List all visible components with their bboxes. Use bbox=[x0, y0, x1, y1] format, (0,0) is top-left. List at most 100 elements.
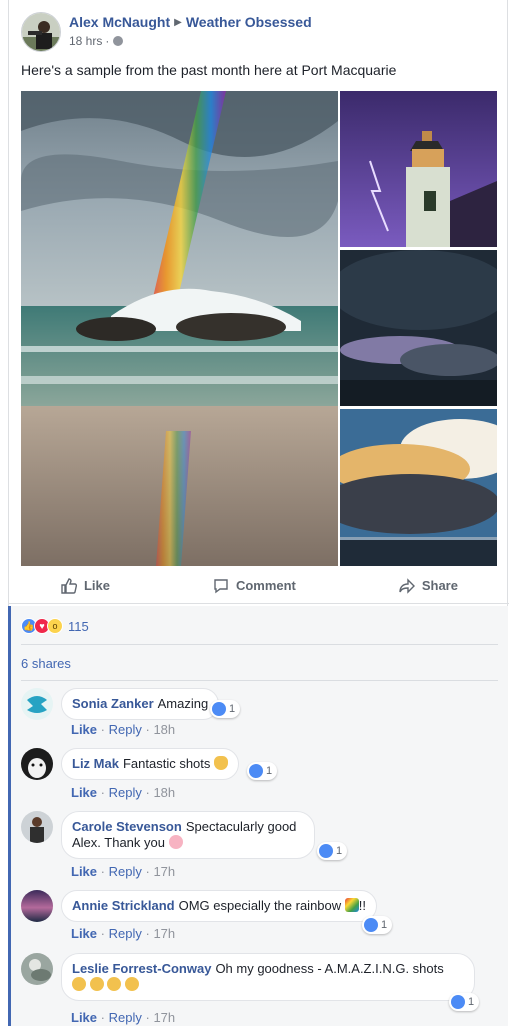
group-arrow-icon: ▶ bbox=[174, 16, 182, 28]
comment-item: Liz Mak Fantastic shots 1 Like · Reply · … bbox=[21, 748, 497, 800]
comment-time[interactable]: 17h bbox=[153, 1010, 175, 1025]
like-icon bbox=[364, 918, 378, 932]
comment-bubble: Liz Mak Fantastic shots bbox=[61, 748, 240, 780]
comment-text: Spectacularly good bbox=[185, 819, 297, 834]
flower-emoji-icon bbox=[168, 835, 183, 849]
comment-bubble: Annie Strickland OMG especially the rainb… bbox=[61, 890, 378, 922]
comment-meta: Like · Reply · 18h bbox=[71, 722, 175, 737]
commenter-name[interactable]: Annie Strickland bbox=[72, 898, 175, 913]
comment-like-link[interactable]: Like bbox=[71, 722, 97, 737]
comment-button-label: Comment bbox=[235, 578, 296, 593]
commenter-avatar[interactable] bbox=[21, 953, 53, 985]
separator: · bbox=[145, 785, 150, 800]
comment-like-count: 1 bbox=[381, 919, 388, 931]
group-name-link[interactable]: Weather Obsessed bbox=[186, 14, 312, 30]
post-header: Alex McNaught ▶ Weather Obsessed 18 hrs … bbox=[21, 12, 312, 52]
comment-meta: Like · Reply · 17h bbox=[71, 864, 175, 879]
comment-meta: Like · Reply · 17h bbox=[71, 1010, 175, 1025]
commenter-name[interactable]: Liz Mak bbox=[72, 756, 119, 771]
clapping-hands-emoji-icon bbox=[124, 977, 139, 991]
comment-like-badge[interactable]: 1 bbox=[210, 700, 241, 718]
share-button-label: Share bbox=[421, 578, 458, 593]
commenter-avatar[interactable] bbox=[21, 890, 53, 922]
globe-icon bbox=[113, 36, 124, 46]
comment-like-count: 1 bbox=[336, 845, 343, 857]
photo-rainbow-beach[interactable] bbox=[21, 91, 338, 566]
comment-reply-link[interactable]: Reply bbox=[109, 926, 142, 941]
comment-time[interactable]: 18h bbox=[153, 785, 175, 800]
comment-like-badge[interactable]: 1 bbox=[449, 993, 480, 1011]
post-actions-bar: Like Comment Share bbox=[9, 568, 509, 604]
comment-meta: Like · Reply · 17h bbox=[71, 926, 175, 941]
separator: · bbox=[100, 785, 105, 800]
feedback-section: 👍 ♥ o 115 6 shares Sonia Zanker Amazing 1… bbox=[8, 606, 508, 1026]
comment-time[interactable]: 17h bbox=[153, 864, 175, 879]
divider bbox=[21, 680, 498, 681]
separator: · bbox=[145, 926, 150, 941]
comment-like-link[interactable]: Like bbox=[71, 926, 97, 941]
time-separator: · bbox=[105, 34, 110, 48]
share-button[interactable]: Share bbox=[398, 577, 458, 595]
reaction-count[interactable]: 115 bbox=[68, 619, 89, 634]
comment-like-badge[interactable]: 1 bbox=[317, 842, 348, 860]
separator: · bbox=[145, 1010, 150, 1025]
clapping-hands-emoji-icon bbox=[107, 977, 122, 991]
photo-grid bbox=[21, 91, 497, 566]
comment-text: Amazing bbox=[157, 696, 209, 711]
photo-lighthouse-lightning[interactable] bbox=[340, 91, 497, 247]
comment-like-link[interactable]: Like bbox=[71, 1010, 97, 1025]
wow-reaction-icon: o bbox=[47, 618, 63, 634]
comment-bubble: Carole Stevenson Spectacularly good Alex.… bbox=[61, 811, 315, 859]
comment-like-badge[interactable]: 1 bbox=[247, 762, 278, 780]
comment-like-link[interactable]: Like bbox=[71, 864, 97, 879]
separator: · bbox=[145, 722, 150, 737]
clapping-hands-emoji-icon bbox=[72, 977, 86, 991]
separator: · bbox=[100, 926, 105, 941]
separator: · bbox=[100, 1010, 105, 1025]
comment-text: Fantastic shots bbox=[122, 756, 211, 771]
commenter-avatar[interactable] bbox=[21, 688, 53, 720]
comment-like-count: 1 bbox=[266, 765, 273, 777]
comment-button[interactable]: Comment bbox=[212, 577, 296, 595]
like-button-label: Like bbox=[83, 578, 110, 593]
reactions-summary[interactable]: 👍 ♥ o 115 bbox=[21, 618, 89, 634]
rainbow-emoji-icon bbox=[344, 898, 359, 912]
commenter-name[interactable]: Sonia Zanker bbox=[72, 696, 154, 711]
comment-text: Oh my goodness - A.M.A.Z.I.N.G. shots bbox=[215, 961, 444, 976]
comment-meta: Like · Reply · 18h bbox=[71, 785, 175, 800]
comment-icon bbox=[214, 578, 228, 593]
shares-count[interactable]: 6 shares bbox=[21, 656, 71, 671]
comment-reply-link[interactable]: Reply bbox=[109, 785, 142, 800]
comment-reply-link[interactable]: Reply bbox=[109, 722, 142, 737]
author-avatar[interactable] bbox=[21, 12, 61, 52]
separator: · bbox=[145, 864, 150, 879]
commenter-name[interactable]: Leslie Forrest-Conway bbox=[72, 961, 211, 976]
comment-bubble: Sonia Zanker Amazing bbox=[61, 688, 220, 720]
like-icon bbox=[212, 702, 226, 716]
comment-like-count: 1 bbox=[468, 996, 475, 1008]
share-icon bbox=[399, 577, 415, 594]
post-timestamp[interactable]: 18 hrs bbox=[69, 34, 102, 48]
commenter-avatar[interactable] bbox=[21, 811, 53, 843]
comment-time[interactable]: 18h bbox=[153, 722, 175, 737]
comment-like-badge[interactable]: 1 bbox=[362, 916, 393, 934]
comment-bubble: Leslie Forrest-Conway Oh my goodness - A.… bbox=[61, 953, 475, 1001]
like-icon bbox=[451, 995, 465, 1009]
photo-sunset-clouds[interactable] bbox=[340, 409, 497, 566]
comment-time[interactable]: 17h bbox=[153, 926, 175, 941]
comment-text-line2: Alex. Thank you bbox=[72, 835, 165, 850]
comment-reply-link[interactable]: Reply bbox=[109, 1010, 142, 1025]
author-name-link[interactable]: Alex McNaught bbox=[69, 14, 170, 30]
post-text: Here's a sample from the past month here… bbox=[21, 62, 397, 78]
commenter-name[interactable]: Carole Stevenson bbox=[72, 819, 182, 834]
separator: · bbox=[100, 722, 105, 737]
commenter-avatar[interactable] bbox=[21, 748, 53, 780]
like-icon bbox=[249, 764, 263, 778]
comment-reply-link[interactable]: Reply bbox=[109, 864, 142, 879]
like-button[interactable]: Like bbox=[60, 577, 110, 595]
clapping-hands-emoji-icon bbox=[89, 977, 104, 991]
photo-storm-cloud[interactable] bbox=[340, 250, 497, 406]
comment-text-suffix: !! bbox=[358, 898, 367, 913]
comment-item: Annie Strickland OMG especially the rainb… bbox=[21, 890, 497, 942]
comment-like-link[interactable]: Like bbox=[71, 785, 97, 800]
